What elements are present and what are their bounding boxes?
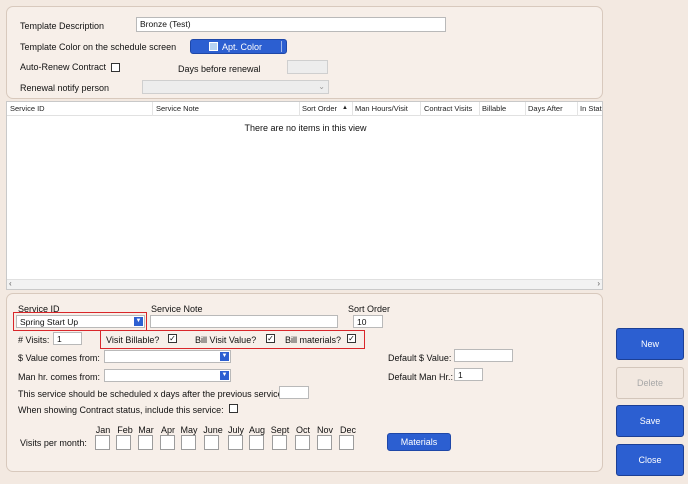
month-label-nov: Nov (316, 425, 333, 435)
col-divider (352, 102, 353, 116)
renewal-notify-label: Renewal notify person (20, 83, 110, 93)
visits-label: # Visits: (18, 335, 50, 345)
service-note-input[interactable] (150, 315, 338, 328)
month-label-june: June (203, 425, 223, 435)
month-label-mar: Mar (138, 425, 154, 435)
month-input-aug[interactable] (249, 435, 264, 450)
month-input-july[interactable] (228, 435, 243, 450)
month-label-feb: Feb (117, 425, 133, 435)
month-input-oct[interactable] (295, 435, 310, 450)
month-label-oct: Oct (295, 425, 310, 435)
grid-empty-message: There are no items in this view (244, 123, 367, 133)
col-billable[interactable]: Billable (482, 104, 506, 113)
month-label-aug: Aug (248, 425, 265, 435)
visit-billable-label: Visit Billable? (106, 335, 160, 345)
new-button[interactable]: New (616, 328, 684, 360)
month-input-june[interactable] (204, 435, 219, 450)
col-divider (299, 102, 300, 116)
bill-visit-value-checkbox[interactable]: ✓ (266, 334, 275, 343)
color-swatch (209, 42, 218, 51)
col-divider (479, 102, 480, 116)
default-value-input[interactable] (454, 349, 513, 362)
sort-order-input[interactable]: 10 (353, 315, 383, 328)
col-contract-visits[interactable]: Contract Visits (424, 104, 472, 113)
sort-ascending-icon: ▲ (342, 105, 348, 111)
contract-status-checkbox[interactable] (229, 404, 238, 413)
month-label-july: July (227, 425, 244, 435)
grid-header: Service ID Service Note Sort Order ▲ Man… (7, 102, 602, 116)
default-value-label: Default $ Value: (388, 353, 452, 363)
month-input-sept[interactable] (272, 435, 287, 450)
col-man-hours[interactable]: Man Hours/Visit (355, 104, 408, 113)
chevron-down-icon[interactable]: ▼ (220, 352, 229, 361)
services-grid: Service ID Service Note Sort Order ▲ Man… (6, 101, 603, 290)
auto-renew-checkbox[interactable] (111, 63, 120, 72)
col-days-after[interactable]: Days After (528, 104, 563, 113)
col-divider (420, 102, 421, 116)
renewal-notify-select: ⌄ (142, 80, 329, 94)
save-button[interactable]: Save (616, 405, 684, 437)
month-input-apr[interactable] (160, 435, 175, 450)
scroll-left-icon[interactable]: ‹ (9, 279, 12, 288)
col-sort-order[interactable]: Sort Order (302, 104, 337, 113)
month-input-dec[interactable] (339, 435, 354, 450)
visit-billable-checkbox[interactable]: ✓ (168, 334, 177, 343)
sort-order-label: Sort Order (348, 304, 391, 314)
contract-status-label: When showing Contract status, include th… (18, 405, 224, 415)
apt-color-label: Apt. Color (222, 42, 263, 52)
default-manhr-input[interactable]: 1 (454, 368, 483, 381)
chevron-down-icon: ⌄ (318, 82, 325, 91)
template-color-label: Template Color on the schedule screen (20, 42, 177, 52)
scroll-right-icon[interactable]: › (597, 279, 600, 288)
apt-color-button[interactable]: Apt. Color (190, 39, 287, 54)
month-label-apr: Apr (160, 425, 175, 435)
visits-per-month-label: Visits per month: (20, 438, 87, 448)
col-service-note[interactable]: Service Note (156, 104, 199, 113)
manhr-from-label: Man hr. comes from: (18, 372, 101, 382)
visits-input[interactable]: 1 (53, 332, 82, 345)
service-id-highlight (13, 312, 147, 331)
default-manhr-label: Default Man Hr.: (388, 372, 454, 382)
schedule-days-input[interactable] (279, 386, 309, 399)
template-description-label: Template Description (20, 21, 105, 31)
bill-materials-label: Bill materials? (285, 335, 342, 345)
month-label-jan: Jan (95, 425, 111, 435)
manhr-from-select[interactable]: ▼ (104, 369, 231, 382)
days-before-renewal-input (287, 60, 328, 74)
col-divider (577, 102, 578, 116)
col-service-id[interactable]: Service ID (10, 104, 45, 113)
value-from-select[interactable]: ▼ (104, 350, 231, 363)
apt-color-divider (281, 41, 282, 52)
col-divider (152, 102, 153, 116)
bill-materials-checkbox[interactable]: ✓ (347, 334, 356, 343)
close-button[interactable]: Close (616, 444, 684, 476)
col-in-state[interactable]: In State (580, 104, 602, 113)
month-input-jan[interactable] (95, 435, 110, 450)
chevron-down-icon[interactable]: ▼ (220, 371, 229, 380)
month-label-dec: Dec (339, 425, 356, 435)
horizontal-scrollbar[interactable]: ‹ › (7, 279, 602, 289)
service-note-label: Service Note (151, 304, 203, 314)
month-input-nov[interactable] (317, 435, 332, 450)
auto-renew-label: Auto-Renew Contract (20, 62, 107, 72)
days-before-renewal-label: Days before renewal (178, 64, 261, 74)
month-label-may: May (180, 425, 198, 435)
month-label-sept: Sept (270, 425, 290, 435)
col-divider (525, 102, 526, 116)
bill-visit-value-label: Bill Visit Value? (195, 335, 257, 345)
month-input-may[interactable] (181, 435, 196, 450)
delete-button: Delete (616, 367, 684, 399)
template-description-input[interactable]: Bronze (Test) (136, 17, 446, 32)
month-input-feb[interactable] (116, 435, 131, 450)
value-from-label: $ Value comes from: (18, 353, 100, 363)
schedule-days-label: This service should be scheduled x days … (18, 389, 286, 399)
month-input-mar[interactable] (138, 435, 153, 450)
materials-button[interactable]: Materials (387, 433, 451, 451)
